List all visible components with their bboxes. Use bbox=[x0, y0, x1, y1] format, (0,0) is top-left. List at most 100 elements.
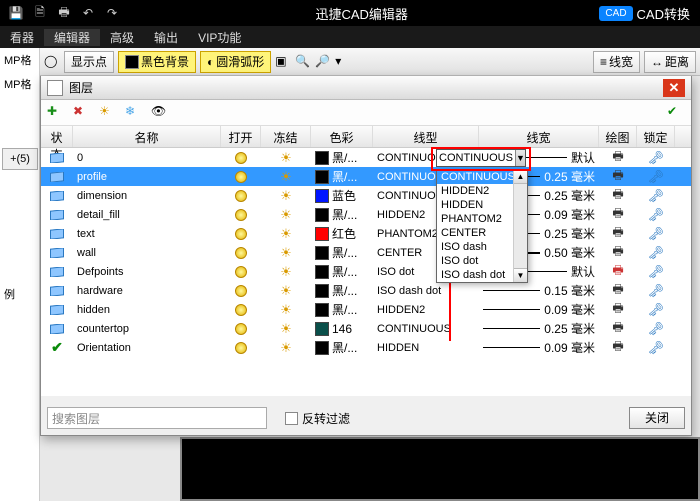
freeze-cell[interactable]: ☀ bbox=[261, 340, 311, 356]
layer-row[interactable]: text☀红色PHANTOM20.25 毫米🖶🗝 bbox=[41, 224, 691, 243]
plot-cell[interactable]: 🖶 bbox=[599, 261, 637, 282]
tool-icon-1[interactable]: ▣ bbox=[275, 54, 291, 70]
check-icon[interactable]: ✔ bbox=[667, 104, 685, 122]
chevron-down-icon[interactable]: ▾ bbox=[335, 54, 351, 70]
lock-cell[interactable]: 🗝 bbox=[637, 340, 675, 356]
layer-row[interactable]: dimension☀蓝色CONTINUOUS0.25 毫米🖶🗝 bbox=[41, 186, 691, 205]
lock-cell[interactable]: 🗝 bbox=[637, 150, 675, 166]
col-lock[interactable]: 锁定 bbox=[637, 126, 675, 147]
lock-cell[interactable]: 🗝 bbox=[637, 207, 675, 223]
color-cell[interactable]: 黑/... bbox=[311, 244, 373, 261]
redo-icon[interactable]: ↷ bbox=[102, 3, 122, 23]
lineweight-button[interactable]: ≡线宽 bbox=[593, 51, 640, 73]
distance-button[interactable]: ↔距离 bbox=[644, 51, 696, 73]
name-cell[interactable]: Orientation bbox=[73, 342, 221, 354]
freeze-cell[interactable]: ☀ bbox=[261, 283, 311, 299]
color-cell[interactable]: 黑/... bbox=[311, 168, 373, 185]
name-cell[interactable]: profile bbox=[73, 171, 221, 183]
lock-cell[interactable]: 🗝 bbox=[637, 188, 675, 204]
col-plot[interactable]: 绘图 bbox=[599, 126, 637, 147]
layer-row[interactable]: countertop☀146CONTINUOUS0.25 毫米🖶🗝 bbox=[41, 319, 691, 338]
freeze-cell[interactable]: ☀ bbox=[261, 169, 311, 185]
col-color[interactable]: 色彩 bbox=[311, 126, 373, 147]
open-cell[interactable] bbox=[221, 171, 261, 183]
color-cell[interactable]: 黑/... bbox=[311, 149, 373, 166]
freeze-cell[interactable]: ☀ bbox=[261, 188, 311, 204]
color-cell[interactable]: 蓝色 bbox=[311, 187, 373, 204]
layer-row[interactable]: wall☀黑/...CENTER0.50 毫米🖶🗝 bbox=[41, 243, 691, 262]
linetype-dropdown[interactable]: CONTINUOUSHIDDEN2HIDDENPHANTOM2CENTERISO… bbox=[436, 169, 528, 283]
scroll-down-icon[interactable]: ▼ bbox=[514, 268, 527, 282]
name-cell[interactable]: wall bbox=[73, 247, 221, 259]
open-cell[interactable] bbox=[221, 190, 261, 202]
layer-row[interactable]: Defpoints☀黑/...ISO dot默认🖶🗝 bbox=[41, 262, 691, 281]
plot-cell[interactable]: 🖶 bbox=[599, 166, 637, 187]
layer-row[interactable]: detail_fill☀黑/...HIDDEN20.09 毫米🖶🗝 bbox=[41, 205, 691, 224]
new-layer-icon[interactable]: ✚ bbox=[47, 104, 65, 122]
linetype-combo[interactable]: CONTINUOUS ▼ bbox=[436, 149, 526, 167]
color-cell[interactable]: 黑/... bbox=[311, 339, 373, 356]
lineweight-cell[interactable]: 0.09 毫米 bbox=[479, 339, 599, 356]
open-cell[interactable] bbox=[221, 342, 261, 354]
zoom-out-icon[interactable]: 🔎 bbox=[315, 54, 331, 70]
saveall-icon[interactable]: 🗎 bbox=[30, 3, 50, 23]
freeze-cell[interactable]: ☀ bbox=[261, 226, 311, 242]
close-dialog-button[interactable]: 关闭 bbox=[629, 407, 685, 429]
circle-icon[interactable]: ◯ bbox=[44, 54, 60, 70]
plot-cell[interactable]: 🖶 bbox=[599, 242, 637, 263]
plot-cell[interactable]: 🖶 bbox=[599, 223, 637, 244]
freeze-cell[interactable]: ☀ bbox=[261, 245, 311, 261]
menu-viewer[interactable]: 看器 bbox=[0, 29, 44, 46]
plot-cell[interactable]: 🖶 bbox=[599, 280, 637, 301]
lineweight-cell[interactable]: 0.09 毫米 bbox=[479, 301, 599, 318]
eye-icon[interactable]: 👁 bbox=[151, 104, 169, 122]
col-freeze[interactable]: 冻结 bbox=[261, 126, 311, 147]
drawing-canvas[interactable] bbox=[180, 437, 700, 501]
open-cell[interactable] bbox=[221, 323, 261, 335]
freeze-cell[interactable]: ☀ bbox=[261, 207, 311, 223]
layer-row[interactable]: 0☀黑/...CONTINUOUS默认🖶🗝 bbox=[41, 148, 691, 167]
plus-button[interactable]: +(5) bbox=[2, 148, 38, 170]
name-cell[interactable]: detail_fill bbox=[73, 209, 221, 221]
open-cell[interactable] bbox=[221, 152, 261, 164]
lock-cell[interactable]: 🗝 bbox=[637, 226, 675, 242]
lock-cell[interactable]: 🗝 bbox=[637, 283, 675, 299]
menu-vip[interactable]: VIP功能 bbox=[188, 29, 251, 46]
lock-cell[interactable]: 🗝 bbox=[637, 264, 675, 280]
linetype-cell[interactable]: HIDDEN2 bbox=[373, 304, 479, 316]
cad-convert-button[interactable]: CAD转换 bbox=[637, 4, 690, 23]
undo-icon[interactable]: ↶ bbox=[78, 3, 98, 23]
search-layers-input[interactable]: 搜索图层 bbox=[47, 407, 267, 429]
reverse-filter-checkbox[interactable]: 反转过滤 bbox=[285, 410, 350, 427]
linetype-cell[interactable]: ISO dash dot bbox=[373, 285, 479, 297]
color-cell[interactable]: 黑/... bbox=[311, 282, 373, 299]
lock-cell[interactable]: 🗝 bbox=[637, 321, 675, 337]
sun-icon[interactable]: ☀ bbox=[99, 104, 117, 122]
lock-cell[interactable]: 🗝 bbox=[637, 302, 675, 318]
plot-cell[interactable]: 🖶 bbox=[599, 337, 637, 358]
linetype-cell[interactable]: CONTINUOUS bbox=[373, 323, 479, 335]
black-bg-button[interactable]: 黑色背景 bbox=[118, 51, 196, 73]
color-cell[interactable]: 146 bbox=[311, 322, 373, 336]
freeze-cell[interactable]: ☀ bbox=[261, 321, 311, 337]
col-ltype[interactable]: 线型 bbox=[373, 126, 479, 147]
name-cell[interactable]: hidden bbox=[73, 304, 221, 316]
freeze-cell[interactable]: ☀ bbox=[261, 264, 311, 280]
open-cell[interactable] bbox=[221, 285, 261, 297]
plot-cell[interactable]: 🖶 bbox=[599, 299, 637, 320]
linetype-cell[interactable]: HIDDEN bbox=[373, 342, 479, 354]
layer-row[interactable]: ✔Orientation☀黑/...HIDDEN0.09 毫米🖶🗝 bbox=[41, 338, 691, 357]
checkbox-icon[interactable] bbox=[285, 412, 298, 425]
open-cell[interactable] bbox=[221, 228, 261, 240]
name-cell[interactable]: 0 bbox=[73, 152, 221, 164]
plot-cell[interactable]: 🖶 bbox=[599, 147, 637, 168]
layer-row[interactable]: profile☀黑/...CONTINUOUS0.25 毫米🖶🗝 bbox=[41, 167, 691, 186]
name-cell[interactable]: Defpoints bbox=[73, 266, 221, 278]
lineweight-cell[interactable]: 0.25 毫米 bbox=[479, 320, 599, 337]
col-name[interactable]: 名称 bbox=[73, 126, 221, 147]
delete-layer-icon[interactable]: ✖ bbox=[73, 104, 91, 122]
layer-row[interactable]: hidden☀黑/...HIDDEN20.09 毫米🖶🗝 bbox=[41, 300, 691, 319]
freeze-cell[interactable]: ☀ bbox=[261, 150, 311, 166]
dropdown-scrollbar[interactable]: ▲ ▼ bbox=[513, 170, 527, 282]
plot-cell[interactable]: 🖶 bbox=[599, 318, 637, 339]
